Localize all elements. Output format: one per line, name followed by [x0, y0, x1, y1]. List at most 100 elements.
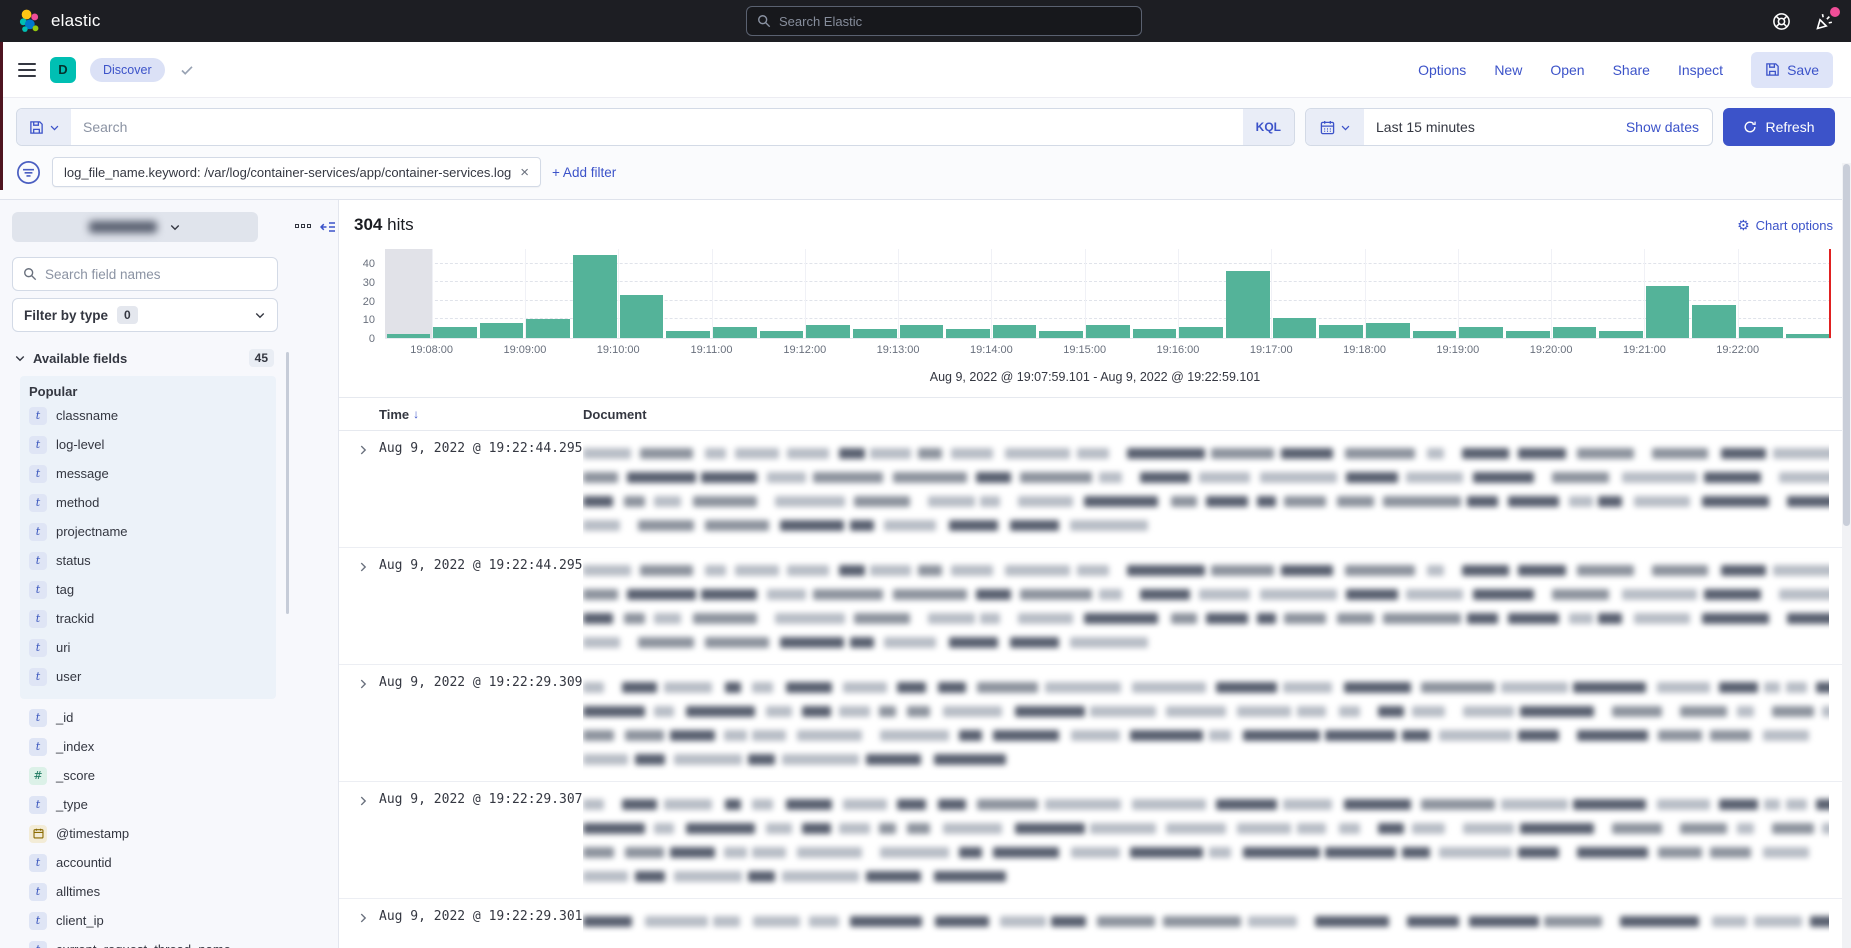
- expand-row-icon[interactable]: [339, 441, 379, 547]
- histogram-bar[interactable]: [1273, 318, 1317, 338]
- histogram-bar[interactable]: [760, 331, 804, 338]
- expand-row-icon[interactable]: [339, 792, 379, 898]
- histogram-bar[interactable]: [900, 325, 944, 338]
- histogram-bar[interactable]: [1739, 327, 1783, 338]
- news-feed-icon[interactable]: [1815, 11, 1835, 31]
- histogram-bar[interactable]: [1226, 271, 1270, 338]
- expand-row-icon[interactable]: [339, 675, 379, 781]
- histogram-bar[interactable]: [666, 331, 710, 338]
- chart-options-link[interactable]: ⚙ Chart options: [1737, 218, 1833, 233]
- query-search-input[interactable]: [71, 109, 1243, 145]
- field-item-user[interactable]: tuser: [29, 662, 276, 691]
- appbar-action-options[interactable]: Options: [1418, 62, 1466, 78]
- expand-row-icon[interactable]: [339, 909, 379, 948]
- show-dates-link[interactable]: Show dates: [1626, 109, 1712, 145]
- kql-language-button[interactable]: KQL: [1243, 109, 1294, 145]
- histogram-bar[interactable]: [526, 319, 570, 338]
- space-badge[interactable]: D: [50, 57, 76, 83]
- field-item-uri[interactable]: turi: [29, 633, 276, 662]
- date-picker-menu-button[interactable]: [1306, 109, 1364, 145]
- window-scrollbar[interactable]: [1842, 163, 1851, 948]
- save-query-icon: [29, 120, 44, 135]
- histogram-bar[interactable]: [853, 329, 897, 338]
- histogram-bar[interactable]: [806, 325, 850, 338]
- field-item-accountid[interactable]: t accountid: [29, 848, 278, 877]
- expand-row-icon[interactable]: [339, 558, 379, 664]
- sidebar-scrollbar[interactable]: [286, 352, 289, 614]
- help-icon[interactable]: [1772, 12, 1791, 31]
- sort-descending-icon[interactable]: ↓: [413, 407, 419, 421]
- histogram-bar[interactable]: [1413, 331, 1457, 338]
- plot-area[interactable]: [385, 249, 1831, 339]
- elastic-logo[interactable]: elastic: [16, 8, 101, 34]
- field-item-_score[interactable]: #_score: [29, 761, 278, 790]
- time-range-value[interactable]: Last 15 minutes: [1364, 109, 1626, 145]
- save-button[interactable]: Save: [1751, 52, 1833, 88]
- field-item-status[interactable]: tstatus: [29, 546, 276, 575]
- field-item-alltimes[interactable]: talltimes: [29, 877, 278, 906]
- filter-menu-icon[interactable]: [16, 160, 41, 185]
- histogram-bar[interactable]: [1506, 331, 1550, 338]
- field-item-projectname[interactable]: tprojectname: [29, 517, 276, 546]
- histogram-bar[interactable]: [1179, 327, 1223, 338]
- histogram-bar[interactable]: [1133, 329, 1177, 338]
- field-item-tag[interactable]: ttag: [29, 575, 276, 604]
- histogram-bar[interactable]: [946, 329, 990, 338]
- scrollbar-thumb[interactable]: [1843, 164, 1850, 526]
- field-type-string-icon: t: [29, 854, 47, 872]
- histogram-bar[interactable]: [480, 323, 524, 338]
- histogram-bar[interactable]: [1646, 286, 1690, 338]
- histogram-bar[interactable]: [1366, 323, 1410, 338]
- field-item-method[interactable]: tmethod: [29, 488, 276, 517]
- field-item-log-level[interactable]: tlog-level: [29, 430, 276, 459]
- notification-dot: [1830, 7, 1840, 17]
- hits-number: 304: [354, 215, 382, 234]
- appbar-action-share[interactable]: Share: [1613, 62, 1650, 78]
- histogram-bar[interactable]: [993, 325, 1037, 338]
- field-item-trackid[interactable]: ttrackid: [29, 604, 276, 633]
- saved-query-menu-button[interactable]: [17, 109, 71, 145]
- global-search[interactable]: [746, 6, 1142, 36]
- menu-hamburger-icon[interactable]: [18, 63, 36, 77]
- available-fields-header[interactable]: Available fields 45: [14, 349, 278, 367]
- field-search-input[interactable]: [45, 267, 267, 282]
- histogram-bar[interactable]: [713, 327, 757, 338]
- field-item-_id[interactable]: t_id: [29, 703, 278, 732]
- time-column-header[interactable]: Time ↓: [379, 407, 583, 422]
- field-item-@timestamp[interactable]: @timestamp: [29, 819, 278, 848]
- search-icon: [23, 267, 37, 281]
- field-item-_type[interactable]: t_type: [29, 790, 278, 819]
- histogram-bar[interactable]: [620, 295, 664, 338]
- histogram-bar[interactable]: [1786, 334, 1830, 338]
- histogram-bar[interactable]: [1599, 331, 1643, 338]
- document-column-header: Document: [583, 407, 647, 422]
- histogram-bar[interactable]: [433, 327, 477, 338]
- appbar-action-open[interactable]: Open: [1550, 62, 1584, 78]
- appbar-action-new[interactable]: New: [1494, 62, 1522, 78]
- field-name: accountid: [56, 855, 112, 870]
- field-item-message[interactable]: tmessage: [29, 459, 276, 488]
- collapse-sidebar-icon[interactable]: [320, 219, 336, 235]
- filter-by-type-button[interactable]: Filter by type 0: [12, 298, 278, 332]
- histogram-bar[interactable]: [1553, 327, 1597, 338]
- breadcrumb-discover[interactable]: Discover: [90, 58, 165, 82]
- appbar-action-inspect[interactable]: Inspect: [1678, 62, 1723, 78]
- data-view-selector[interactable]: [12, 212, 258, 242]
- field-item-classname[interactable]: tclassname: [29, 401, 276, 430]
- field-item-_index[interactable]: t_index: [29, 732, 278, 761]
- add-filter-link[interactable]: + Add filter: [552, 165, 616, 180]
- filter-pill[interactable]: log_file_name.keyword: /var/log/containe…: [52, 157, 541, 187]
- histogram-bar[interactable]: [1319, 325, 1363, 338]
- histogram-bar[interactable]: [387, 334, 431, 338]
- remove-filter-icon[interactable]: ×: [520, 164, 529, 181]
- field-item-current_request_thread_name[interactable]: tcurrent_request_thread_name: [29, 935, 278, 948]
- global-search-input[interactable]: [779, 14, 1131, 29]
- histogram-bar[interactable]: [573, 255, 617, 338]
- histogram-bar[interactable]: [1039, 331, 1083, 338]
- refresh-button[interactable]: Refresh: [1723, 108, 1835, 146]
- histogram-bar[interactable]: [1692, 305, 1736, 338]
- field-item-client_ip[interactable]: tclient_ip: [29, 906, 278, 935]
- field-options-icon[interactable]: [295, 219, 311, 228]
- histogram-bar[interactable]: [1086, 325, 1130, 338]
- histogram-bar[interactable]: [1459, 327, 1503, 338]
